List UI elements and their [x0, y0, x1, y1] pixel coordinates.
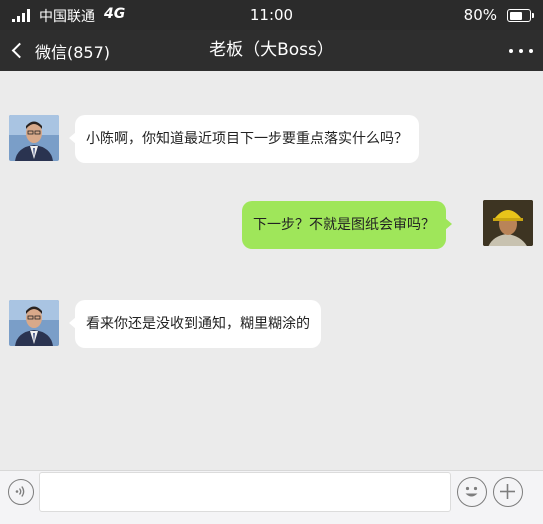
- back-label: 微信(857): [35, 42, 111, 62]
- dot: [529, 49, 533, 53]
- input-bar: [0, 470, 543, 524]
- voice-icon: [15, 486, 25, 497]
- boss-avatar-image: [9, 300, 59, 346]
- plus-button[interactable]: [493, 477, 523, 507]
- back-button[interactable]: 微信(857): [10, 30, 110, 71]
- more-button[interactable]: [509, 41, 533, 61]
- network-type: 4G: [104, 6, 126, 22]
- message-bubble[interactable]: 看来你还是没收到通知，糊里糊涂的: [69, 300, 321, 348]
- avatar-boss[interactable]: [9, 115, 59, 161]
- battery-percent: 80%: [463, 6, 497, 24]
- message-bubble[interactable]: 小陈啊，你知道最近项目下一步要重点落实什么吗？: [69, 115, 419, 163]
- battery-level: [509, 11, 523, 20]
- avatar-boss[interactable]: [9, 300, 59, 346]
- chevron-left-icon: [11, 42, 28, 59]
- signal-icon: [12, 8, 32, 22]
- battery-icon: [507, 9, 534, 22]
- emoji-button[interactable]: [457, 477, 487, 507]
- message-bubble[interactable]: 下一步？不就是图纸会审吗？: [242, 201, 452, 249]
- chat-header: 微信(857) 老板（大Boss）: [0, 30, 543, 71]
- carrier-label: 中国联通: [39, 9, 95, 25]
- message-input[interactable]: [39, 472, 451, 512]
- dot: [519, 49, 523, 53]
- status-bar: 中国联通 4G 11:00 80%: [0, 0, 543, 30]
- emoji-icon: [465, 486, 478, 497]
- voice-button[interactable]: [8, 479, 34, 505]
- avatar-worker[interactable]: [483, 200, 533, 246]
- dot: [509, 49, 513, 53]
- boss-avatar-image: [9, 115, 59, 161]
- worker-avatar-image: [483, 200, 533, 246]
- plus-icon: [500, 484, 515, 499]
